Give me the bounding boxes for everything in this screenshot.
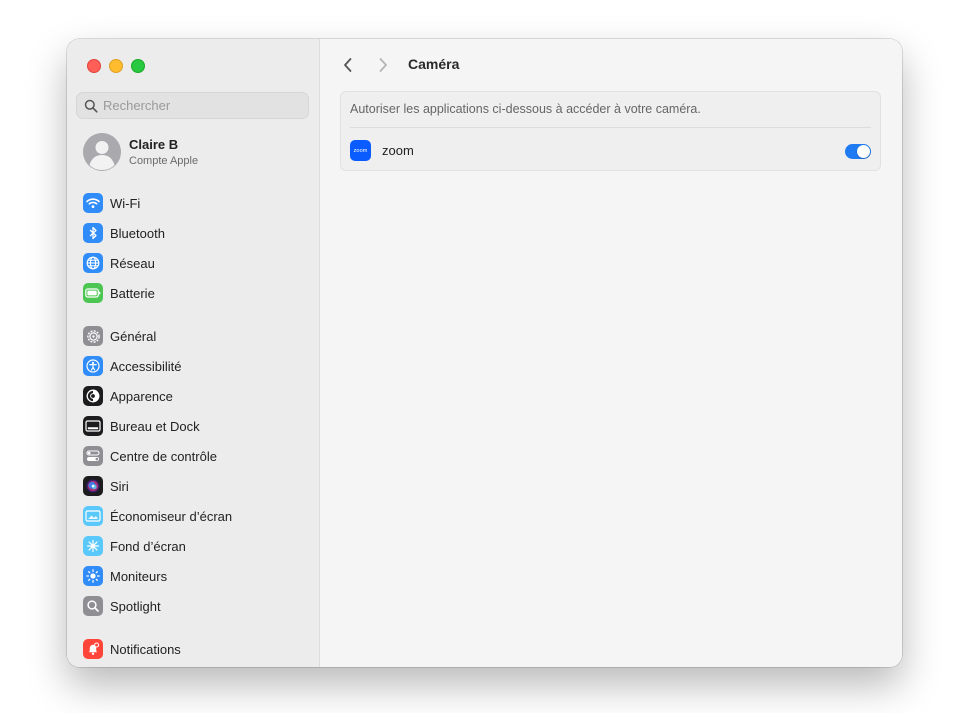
sidebar-item-label: Fond d’écran	[110, 538, 186, 554]
display-icon	[83, 566, 103, 586]
globe-icon	[83, 253, 103, 273]
sidebar-item-label: Spotlight	[110, 598, 161, 614]
wallpaper-icon	[83, 536, 103, 556]
spotlight-icon	[83, 596, 103, 616]
sidebar-item-label: Accessibilité	[110, 358, 182, 374]
search-icon	[84, 99, 98, 113]
sidebar-item-label: Bluetooth	[110, 225, 165, 241]
content-pane: Caméra Autoriser les applications ci-des…	[320, 39, 902, 667]
sidebar-item-label: Réseau	[110, 255, 155, 271]
minimize-window-button[interactable]	[109, 59, 123, 73]
window-controls	[87, 59, 145, 73]
search-field[interactable]	[76, 92, 309, 119]
chevron-right-icon	[379, 58, 387, 72]
toggle-knob	[857, 145, 870, 158]
appearance-icon	[83, 386, 103, 406]
sidebar-item-bluetooth[interactable]: Bluetooth	[83, 221, 165, 245]
sidebar-item-control-center[interactable]: Centre de contrôle	[83, 444, 217, 468]
sidebar-item-notifications[interactable]: Notifications	[83, 637, 181, 661]
zoom-camera-toggle[interactable]	[845, 144, 871, 159]
sidebar-item-label: Notifications	[110, 641, 181, 657]
sidebar-item-label: Économiseur d’écran	[110, 508, 233, 524]
screensaver-icon	[83, 506, 103, 526]
sidebar-item-label: Moniteurs	[110, 568, 168, 584]
sidebar-item-label: Wi-Fi	[110, 195, 141, 211]
toolbar: Caméra	[320, 39, 902, 91]
sidebar-item-appearance[interactable]: Apparence	[83, 384, 173, 408]
divider	[350, 127, 871, 128]
bluetooth-icon	[83, 223, 103, 243]
battery-icon	[83, 283, 103, 303]
apple-account[interactable]: Claire B Compte Apple	[83, 133, 198, 171]
sidebar-item-label: Bureau et Dock	[110, 418, 200, 434]
back-button[interactable]	[336, 53, 360, 77]
user-silhouette-icon	[83, 133, 121, 171]
sidebar-item-screensaver[interactable]: Économiseur d’écran	[83, 504, 232, 528]
sidebar-item-wifi[interactable]: Wi-Fi	[83, 191, 140, 215]
sidebar-item-desktop-dock[interactable]: Bureau et Dock	[83, 414, 200, 438]
zoom-icon-text: zoom	[353, 147, 368, 154]
close-window-button[interactable]	[87, 59, 101, 73]
avatar	[83, 133, 121, 171]
sidebar-item-battery[interactable]: Batterie	[83, 281, 155, 305]
app-row-zoom: zoom zoom	[350, 139, 871, 163]
siri-icon	[83, 476, 103, 496]
sidebar-item-displays[interactable]: Moniteurs	[83, 564, 167, 588]
sidebar-item-label: Général	[110, 328, 157, 344]
wifi-icon	[83, 193, 103, 213]
app-name: zoom	[382, 143, 414, 158]
panel-description: Autoriser les applications ci-dessous à …	[350, 102, 701, 116]
search-input[interactable]	[103, 98, 293, 113]
account-name: Claire B	[129, 136, 179, 152]
settings-window: Claire B Compte Apple Wi-Fi Bluetooth	[67, 39, 902, 667]
control-center-icon	[83, 446, 103, 466]
notifications-icon	[83, 639, 103, 659]
zoom-app-icon: zoom	[350, 140, 371, 161]
sidebar-item-accessibility[interactable]: Accessibilité	[83, 354, 182, 378]
sidebar-item-label: Apparence	[110, 388, 173, 404]
sidebar-item-label: Batterie	[110, 285, 155, 301]
camera-permissions-panel: Autoriser les applications ci-dessous à …	[340, 91, 881, 171]
sidebar-item-wallpaper[interactable]: Fond d’écran	[83, 534, 186, 558]
accessibility-icon	[83, 356, 103, 376]
account-subtitle: Compte Apple	[129, 154, 199, 167]
chevron-left-icon	[344, 58, 352, 72]
zoom-window-button[interactable]	[131, 59, 145, 73]
sidebar-item-siri[interactable]: Siri	[83, 474, 129, 498]
sidebar-item-label: Centre de contrôle	[110, 448, 217, 464]
sidebar-item-spotlight[interactable]: Spotlight	[83, 594, 161, 618]
page-title: Caméra	[408, 56, 460, 72]
sidebar-item-label: Siri	[110, 478, 129, 494]
gear-icon	[83, 326, 103, 346]
sidebar: Claire B Compte Apple Wi-Fi Bluetooth	[67, 39, 320, 667]
sidebar-item-network[interactable]: Réseau	[83, 251, 155, 275]
forward-button[interactable]	[371, 53, 395, 77]
sidebar-item-general[interactable]: Général	[83, 324, 156, 348]
dock-icon	[83, 416, 103, 436]
